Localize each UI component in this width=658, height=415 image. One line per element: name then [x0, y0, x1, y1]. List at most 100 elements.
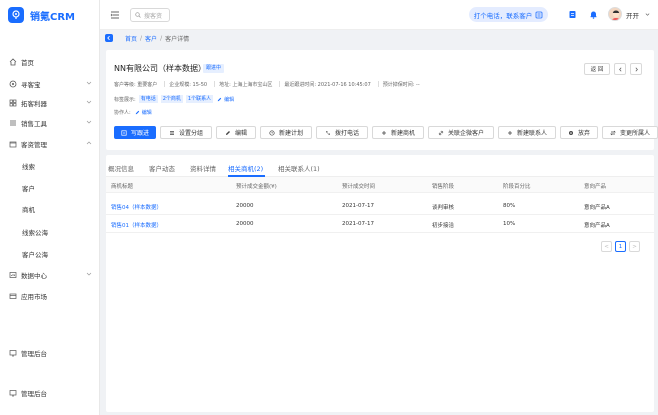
action-label: 变更所属人: [619, 130, 650, 137]
chevron-down-icon: [86, 120, 92, 124]
tab-overview[interactable]: 概况信息: [108, 163, 134, 173]
make-call-button[interactable]: 拨打电话: [316, 126, 368, 139]
tab-related-contacts[interactable]: 相关联系人(1): [278, 163, 320, 173]
pagination-page[interactable]: 1: [615, 241, 626, 252]
opportunity-title-link[interactable]: 销售04（样本数据）: [111, 203, 162, 211]
grid-icon: [9, 99, 17, 107]
sidebar-item-label: 商机: [22, 206, 35, 214]
menu-toggle-icon[interactable]: [110, 10, 120, 20]
tab-related-opportunities[interactable]: 相关商机(2): [228, 163, 263, 173]
sidebar-item-kezi[interactable]: 客资管理: [0, 137, 100, 151]
opportunity-title-link[interactable]: 销售01（样本数据）: [111, 221, 162, 229]
detail-tabs-panel: 概况信息 客户动态 资料详情 相关商机(2) 相关联系人(1) 商机标题 预计成…: [106, 155, 654, 412]
table-row[interactable]: 销售01（样本数据） 20000 2021-07-17 初步接洽 10% 意向产…: [106, 215, 654, 233]
column-header[interactable]: 销售阶段: [432, 182, 454, 190]
user-name[interactable]: 开开: [626, 10, 639, 20]
compass-icon: [9, 80, 17, 88]
logo-icon: [8, 7, 24, 23]
write-follow-up-button[interactable]: 写跟进: [114, 126, 156, 139]
new-opportunity-button[interactable]: 新建商机: [372, 126, 424, 139]
tags-label: 标签展示:: [114, 96, 136, 103]
dial-icon: [535, 11, 543, 18]
customer-folder-icon: [9, 140, 17, 148]
divider: [377, 81, 379, 87]
breadcrumb-separator: /: [140, 34, 143, 42]
intended-product: 意向产品A: [584, 223, 610, 229]
sidebar-item-customers[interactable]: 客户: [0, 181, 100, 195]
search-input[interactable]: 搜客资: [130, 8, 170, 22]
sidebar-item-customer-pool[interactable]: 客户公海: [0, 247, 100, 261]
sidebar-item-data-center[interactable]: 数据中心: [0, 268, 100, 282]
market-icon: [9, 292, 17, 300]
action-label: 设置分组: [178, 130, 203, 137]
sidebar-item-lead-pool[interactable]: 线索公海: [0, 225, 100, 239]
sidebar-item-leads[interactable]: 线索: [0, 159, 100, 173]
tab-bar: 概况信息 客户动态 资料详情 相关商机(2) 相关联系人(1): [106, 155, 654, 177]
column-header[interactable]: 预计成交时间: [342, 182, 375, 190]
chevron-up-icon: [86, 141, 92, 145]
pencil-icon: [217, 97, 222, 101]
stage-percent: 80%: [503, 203, 516, 209]
table-row[interactable]: 销售04（样本数据） 20000 2021-07-17 谈判审核 80% 意向产…: [106, 197, 654, 215]
column-header[interactable]: 阶段百分比: [503, 182, 531, 190]
sidebar-item-label: 应用市场: [21, 293, 47, 301]
return-label: 返 回: [590, 67, 604, 73]
pagination-prev[interactable]: <: [601, 241, 612, 252]
edit-collaborator-link[interactable]: 编辑: [135, 109, 152, 116]
chevron-down-icon[interactable]: [645, 12, 650, 17]
bell-icon[interactable]: [589, 10, 598, 19]
breadcrumb: 首页 / 客户 / 客户详情: [105, 31, 189, 45]
sidebar-item-opportunities[interactable]: 商机: [0, 202, 100, 216]
back-icon[interactable]: [105, 34, 113, 42]
gear-icon: [568, 130, 573, 135]
admin-icon: [9, 389, 17, 397]
expected-close-date: 2021-07-17: [342, 203, 374, 209]
new-plan-button[interactable]: 新建计划: [260, 126, 312, 139]
column-header[interactable]: 预计成交金额(¥): [236, 182, 277, 190]
document-icon[interactable]: [568, 10, 577, 19]
customer-level: 客户等级: 重要客户: [114, 82, 158, 88]
edit-button[interactable]: 编辑: [216, 126, 256, 139]
link-icon: [438, 130, 444, 135]
link-wecom-customer-button[interactable]: 关联企微客户: [428, 126, 494, 139]
abandon-button[interactable]: 放弃: [560, 126, 598, 139]
sidebar-item-tools[interactable]: 销售工具: [0, 116, 100, 130]
company-scale: 企业规模: 15-50: [169, 82, 208, 88]
breadcrumb-customer[interactable]: 客户: [145, 34, 157, 43]
pagination-next[interactable]: >: [629, 241, 640, 252]
clock-icon: [269, 129, 275, 136]
sidebar-item-xunkebao[interactable]: 寻客宝: [0, 77, 100, 91]
call-customer-button[interactable]: 打个电话，联系客户: [469, 7, 548, 22]
column-header[interactable]: 商机标题: [111, 182, 133, 190]
tag: 有电话: [138, 95, 158, 103]
phone-icon: [326, 130, 330, 135]
divider: [214, 81, 216, 87]
avatar[interactable]: [608, 7, 622, 21]
set-group-button[interactable]: 设置分组: [160, 126, 212, 139]
edit-tags-link[interactable]: 编辑: [217, 96, 234, 103]
sidebar-item-app-market[interactable]: 应用市场: [0, 289, 100, 303]
app-logo[interactable]: 销氪CRM: [0, 0, 99, 30]
tab-profile-details[interactable]: 资料详情: [190, 163, 216, 173]
sidebar-item-label: 客户公海: [22, 251, 48, 259]
tag: 2个商机: [160, 95, 183, 103]
home-icon: [9, 58, 17, 66]
sidebar-item-admin[interactable]: 管理后台: [0, 346, 100, 360]
new-contact-button[interactable]: 新建联系人: [498, 126, 556, 139]
tab-customer-activity[interactable]: 客户动态: [149, 163, 175, 173]
sales-stage: 谈判审核: [432, 205, 455, 211]
customer-detail-card: NN有限公司（样本数据） 跟进中 返 回 客户等级: 重要客户 企业规模: 15…: [106, 50, 658, 150]
chevron-down-icon: [86, 272, 92, 276]
next-record-button[interactable]: [630, 63, 642, 75]
tag: 1个联系人: [185, 95, 214, 103]
breadcrumb-home[interactable]: 首页: [125, 34, 137, 43]
sidebar-item-tuoke[interactable]: 拓客利器: [0, 96, 100, 110]
prev-record-button[interactable]: [614, 63, 626, 75]
sidebar-item-home[interactable]: 首页: [0, 55, 100, 69]
search-icon: [135, 12, 141, 18]
last-follow-time: 最近跟进时间: 2021-07-16 10:45:07: [284, 82, 371, 88]
return-button[interactable]: 返 回: [584, 63, 610, 75]
sidebar-item-admin-2[interactable]: 管理后台: [0, 386, 100, 400]
column-header[interactable]: 意向产品: [584, 182, 606, 190]
change-owner-button[interactable]: 变更所属人: [602, 126, 658, 139]
